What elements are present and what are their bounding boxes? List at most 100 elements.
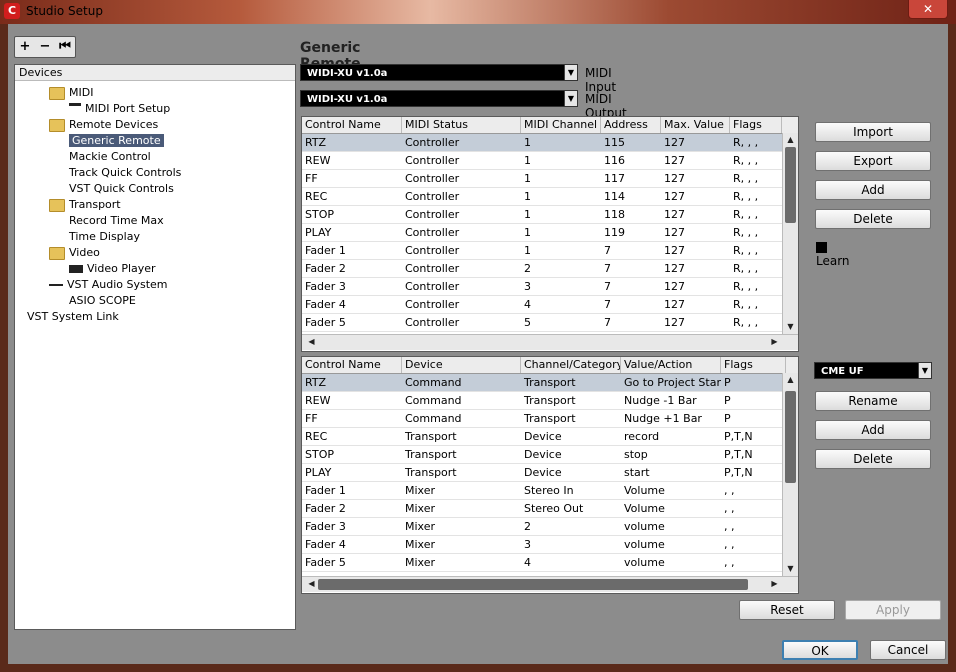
table-row[interactable]: FF Controller 1 117 127 R, , , (302, 170, 798, 188)
tree-item[interactable]: Generic Remote (69, 133, 164, 149)
chevron-down-icon[interactable]: ▼ (564, 65, 577, 80)
tree-item[interactable]: Track Quick Controls (69, 165, 181, 181)
table-cell: Transport (405, 448, 457, 461)
table-row[interactable]: Fader 5 Mixer 4 volume , , (302, 554, 798, 572)
tree-item[interactable]: Transport (49, 197, 121, 213)
table-cell: Mixer (405, 484, 436, 497)
export-button[interactable]: Export (815, 151, 931, 171)
table-cell: 117 (604, 172, 625, 185)
table-row[interactable]: Fader 3 Mixer 2 volume , , (302, 518, 798, 536)
table-row[interactable]: REW Controller 1 116 127 R, , , (302, 152, 798, 170)
tree-item[interactable]: MIDI (49, 85, 93, 101)
ok-button[interactable]: OK (782, 640, 858, 660)
midi-input-select[interactable]: WIDI-XU v1.0a ▼ (300, 64, 578, 81)
tree-item[interactable]: Record Time Max (69, 213, 164, 229)
table-cell: R, , , (733, 226, 759, 239)
tree-item[interactable]: Video (49, 245, 100, 261)
add-controller-button[interactable]: Add (815, 180, 931, 200)
table-cell: STOP (305, 208, 334, 221)
table-row[interactable]: REC Transport Device record P,T,N (302, 428, 798, 446)
controllers-vertical-scrollbar[interactable]: ▲ ▼ (782, 133, 798, 334)
column-header[interactable]: Address (601, 117, 661, 133)
table-row[interactable]: Fader 4 Controller 4 7 127 R, , , (302, 296, 798, 314)
table-row[interactable]: REC Controller 1 114 127 R, , , (302, 188, 798, 206)
apply-button[interactable]: Apply (845, 600, 941, 620)
delete-bank-button[interactable]: Delete (815, 449, 931, 469)
column-header[interactable]: Control Name (302, 117, 402, 133)
scroll-up-icon[interactable]: ▲ (783, 373, 798, 387)
learn-checkbox[interactable]: Learn (816, 240, 850, 268)
tree-item[interactable]: Time Display (69, 229, 140, 245)
table-row[interactable]: RTZ Controller 1 115 127 R, , , (302, 134, 798, 152)
column-header[interactable]: Channel/Category (521, 357, 621, 373)
column-header[interactable]: Flags (721, 357, 786, 373)
table-row[interactable]: Fader 3 Controller 3 7 127 R, , , (302, 278, 798, 296)
tree-item[interactable]: ASIO SCOPE (69, 293, 136, 309)
tree-item[interactable]: VST Quick Controls (69, 181, 174, 197)
table-cell: Stereo Out (524, 502, 584, 515)
table-cell: 7 (604, 262, 611, 275)
table-row[interactable]: Fader 5 Controller 5 7 127 R, , , (302, 314, 798, 332)
table-cell: 127 (664, 316, 685, 329)
scroll-right-icon[interactable]: ▶ (767, 577, 782, 591)
reset-button[interactable]: Reset (739, 600, 835, 620)
tree-item-label: Mackie Control (69, 150, 151, 163)
column-header[interactable]: Device (402, 357, 521, 373)
rename-bank-button[interactable]: Rename (815, 391, 931, 411)
tree-item[interactable]: MIDI Port Setup (69, 101, 170, 117)
table-row[interactable]: PLAY Transport Device start P,T,N (302, 464, 798, 482)
table-row[interactable]: Fader 2 Mixer Stereo Out Volume , , (302, 500, 798, 518)
tree-item[interactable]: VST System Link (27, 309, 119, 325)
scroll-thumb[interactable] (785, 147, 796, 223)
scroll-down-icon[interactable]: ▼ (783, 320, 798, 334)
import-button[interactable]: Import (815, 122, 931, 142)
close-button[interactable]: ✕ (908, 0, 948, 19)
tree-item[interactable]: VST Audio System (49, 277, 168, 293)
table-row[interactable]: STOP Controller 1 118 127 R, , , (302, 206, 798, 224)
table-row[interactable]: STOP Transport Device stop P,T,N (302, 446, 798, 464)
table-row[interactable]: FF Command Transport Nudge +1 Bar P (302, 410, 798, 428)
scroll-up-icon[interactable]: ▲ (783, 133, 798, 147)
delete-controller-button[interactable]: Delete (815, 209, 931, 229)
column-header[interactable]: Max. Value (661, 117, 730, 133)
tree-item[interactable]: Remote Devices (49, 117, 158, 133)
tree-item[interactable]: Video Player (69, 261, 156, 277)
bank-horizontal-scrollbar[interactable]: ◀ ▶ (302, 576, 798, 592)
add-bank-button[interactable]: Add (815, 420, 931, 440)
remove-device-button[interactable]: − (35, 37, 55, 57)
table-cell: 127 (664, 154, 685, 167)
scroll-right-icon[interactable]: ▶ (767, 335, 782, 349)
chevron-down-icon[interactable]: ▼ (564, 91, 577, 106)
tree-item[interactable]: Mackie Control (69, 149, 151, 165)
horizontal-scroll-thumb[interactable] (318, 579, 748, 590)
bank-select[interactable]: CME UF ▼ (814, 362, 932, 379)
table-row[interactable]: PLAY Controller 1 119 127 R, , , (302, 224, 798, 242)
add-device-button[interactable]: + (15, 37, 35, 57)
midi-output-select[interactable]: WIDI-XU v1.0a ▼ (300, 90, 578, 107)
scroll-thumb[interactable] (785, 391, 796, 483)
column-header[interactable]: Control Name (302, 357, 402, 373)
table-row[interactable]: REW Command Transport Nudge -1 Bar P (302, 392, 798, 410)
column-header[interactable]: Value/Action (621, 357, 721, 373)
checkbox-icon[interactable] (816, 242, 827, 253)
table-row[interactable]: Fader 1 Mixer Stereo In Volume , , (302, 482, 798, 500)
bank-vertical-scrollbar[interactable]: ▲ ▼ (782, 373, 798, 576)
bank-value: CME UF (821, 366, 864, 377)
table-row[interactable]: Fader 2 Controller 2 7 127 R, , , (302, 260, 798, 278)
tree-item-label: Video Player (87, 262, 156, 275)
column-header[interactable]: Flags (730, 117, 782, 133)
table-cell: Controller (405, 244, 460, 257)
column-header[interactable]: MIDI Status (402, 117, 521, 133)
scroll-left-icon[interactable]: ◀ (304, 335, 319, 349)
table-row[interactable]: Fader 1 Controller 1 7 127 R, , , (302, 242, 798, 260)
table-row[interactable]: Fader 4 Mixer 3 volume , , (302, 536, 798, 554)
table-cell: 127 (664, 208, 685, 221)
chevron-down-icon[interactable]: ▼ (918, 363, 931, 378)
scroll-left-icon[interactable]: ◀ (304, 577, 319, 591)
controllers-horizontal-scrollbar[interactable]: ◀ ▶ (302, 334, 798, 350)
table-row[interactable]: RTZ Command Transport Go to Project Start P (302, 374, 798, 392)
scroll-down-icon[interactable]: ▼ (783, 562, 798, 576)
column-header[interactable]: MIDI Channel (521, 117, 601, 133)
reset-device-button[interactable]: ⏮ (55, 37, 75, 57)
cancel-button[interactable]: Cancel (870, 640, 946, 660)
